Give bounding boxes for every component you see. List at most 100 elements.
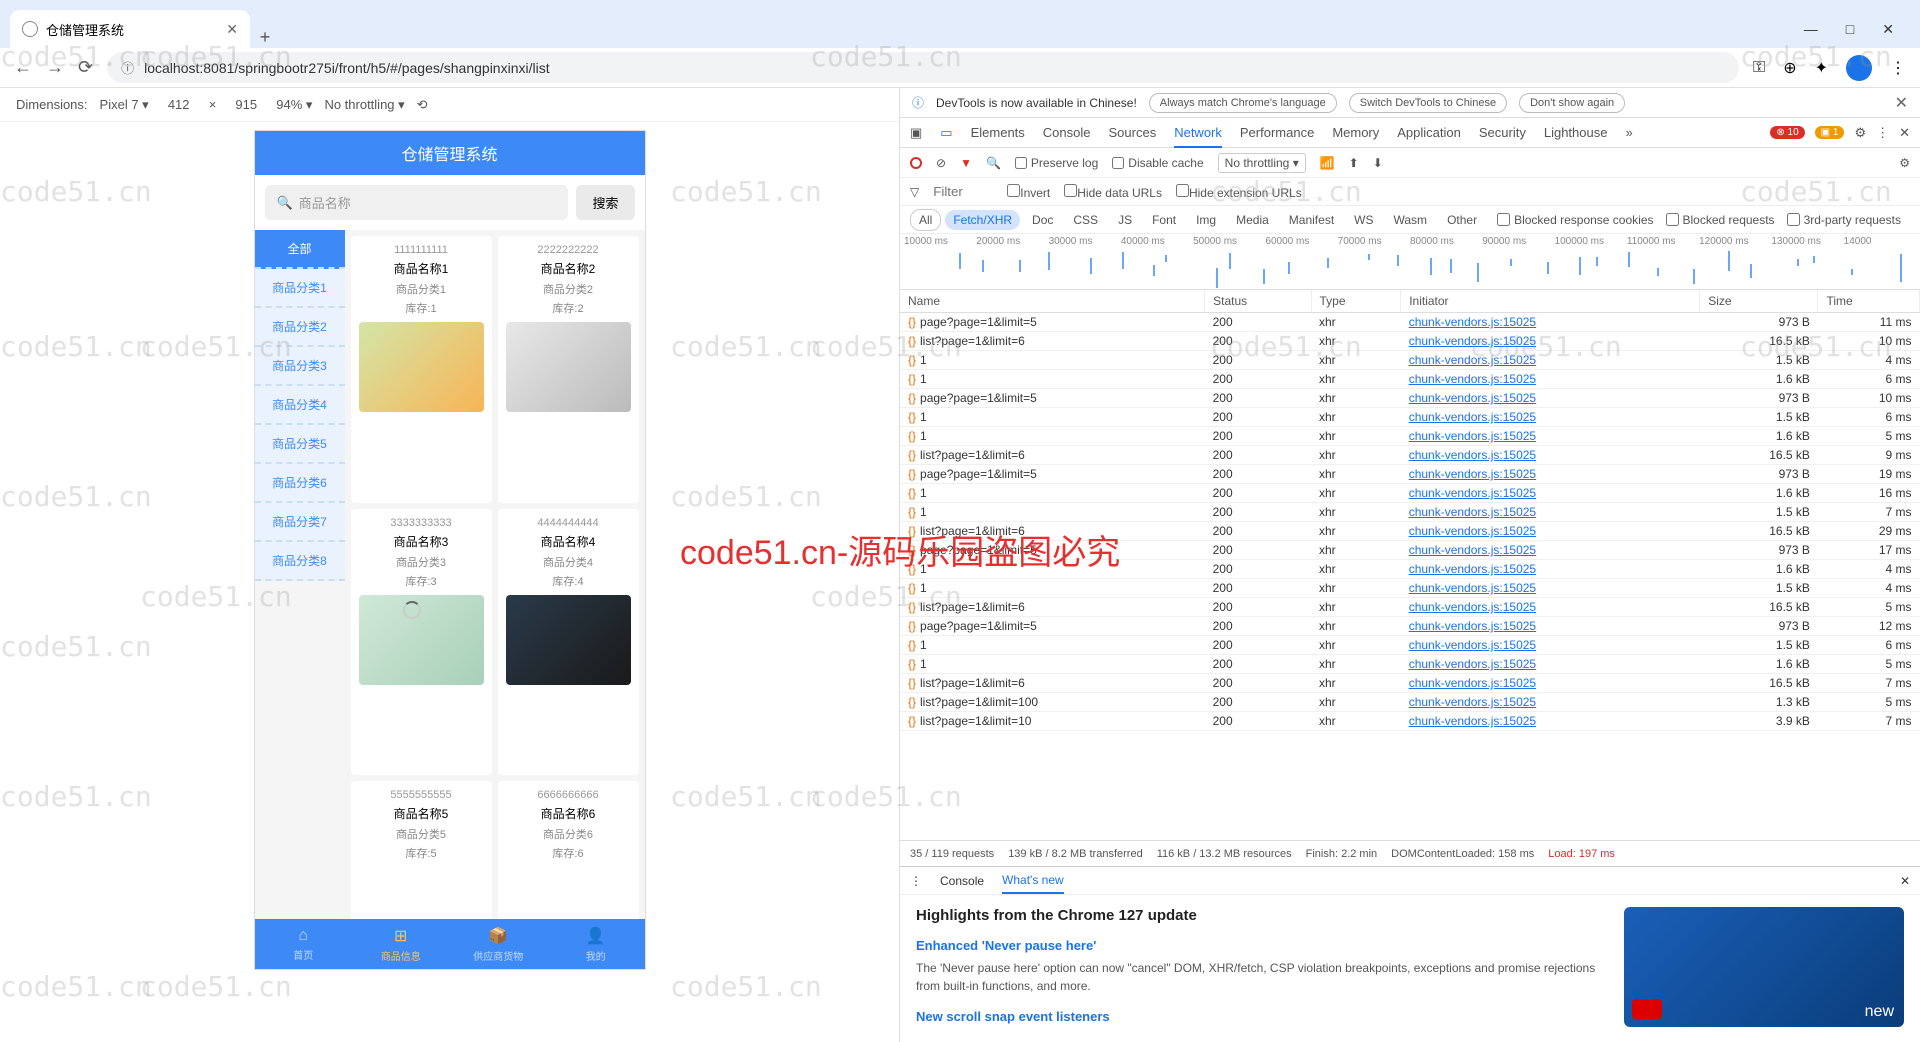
profile-avatar[interactable] [1846, 55, 1872, 81]
cell-initiator[interactable]: chunk-vendors.js:15025 [1401, 351, 1700, 370]
type-filter-css[interactable]: CSS [1065, 210, 1106, 230]
devtools-more-icon[interactable]: ⋮ [1876, 125, 1889, 141]
cell-initiator[interactable]: chunk-vendors.js:15025 [1401, 674, 1700, 693]
rotate-icon[interactable]: ⟲ [417, 97, 428, 113]
wifi-icon[interactable]: 📶 [1320, 156, 1335, 170]
product-card[interactable]: 4444444444 商品名称4 商品分类4 库存:4 [498, 509, 639, 776]
devtools-tab-application[interactable]: Application [1397, 125, 1461, 140]
network-row[interactable]: {}list?page=1&limit=6 200 xhr chunk-vend… [900, 674, 1920, 693]
cell-initiator[interactable]: chunk-vendors.js:15025 [1401, 560, 1700, 579]
network-row[interactable]: {}page?page=1&limit=5 200 xhr chunk-vend… [900, 465, 1920, 484]
hide-extension-urls-checkbox[interactable]: Hide extension URLs [1176, 184, 1302, 200]
extensions-icon[interactable]: ✦ [1815, 58, 1828, 78]
nav-back-icon[interactable]: ← [14, 57, 32, 78]
banner-match-button[interactable]: Always match Chrome's language [1149, 93, 1337, 113]
filter-input[interactable] [933, 184, 993, 199]
third-party-checkbox[interactable]: 3rd-party requests [1787, 213, 1901, 227]
site-info-icon[interactable]: ⓘ [121, 58, 134, 77]
cell-initiator[interactable]: chunk-vendors.js:15025 [1401, 712, 1700, 731]
network-row[interactable]: {}page?page=1&limit=5 200 xhr chunk-vend… [900, 313, 1920, 332]
invert-checkbox[interactable]: Invert [1007, 184, 1050, 200]
type-filter-img[interactable]: Img [1188, 210, 1224, 230]
cell-initiator[interactable]: chunk-vendors.js:15025 [1401, 370, 1700, 389]
devtools-tab-network[interactable]: Network [1174, 125, 1222, 148]
cell-initiator[interactable]: chunk-vendors.js:15025 [1401, 655, 1700, 674]
cell-initiator[interactable]: chunk-vendors.js:15025 [1401, 465, 1700, 484]
network-row[interactable]: {}1 200 xhr chunk-vendors.js:15025 1.6 k… [900, 484, 1920, 503]
window-maximize-icon[interactable]: □ [1846, 21, 1854, 38]
cell-initiator[interactable]: chunk-vendors.js:15025 [1401, 408, 1700, 427]
col-time[interactable]: Time [1818, 290, 1920, 313]
devtools-tab-security[interactable]: Security [1479, 125, 1526, 140]
network-row[interactable]: {}page?page=1&limit=5 200 xhr chunk-vend… [900, 389, 1920, 408]
bottom-nav-item[interactable]: ⊞商品信息 [352, 919, 450, 969]
tabs-more-icon[interactable]: » [1625, 125, 1632, 140]
window-minimize-icon[interactable]: — [1804, 21, 1818, 38]
network-row[interactable]: {}1 200 xhr chunk-vendors.js:15025 1.6 k… [900, 560, 1920, 579]
url-field[interactable]: ⓘ localhost:8081/springbootr275i/front/h… [107, 52, 1739, 83]
search-button[interactable]: 搜索 [576, 185, 634, 220]
drawer-tab-whatsnew[interactable]: What's new [1002, 873, 1064, 894]
type-filter-font[interactable]: Font [1144, 210, 1184, 230]
new-tab-button[interactable]: + [250, 27, 280, 48]
search-icon[interactable]: 🔍 [986, 156, 1001, 170]
network-row[interactable]: {}list?page=1&limit=6 200 xhr chunk-vend… [900, 446, 1920, 465]
col-status[interactable]: Status [1205, 290, 1311, 313]
disable-cache-checkbox[interactable]: Disable cache [1112, 156, 1203, 170]
bottom-nav-item[interactable]: ⌂首页 [255, 919, 353, 969]
network-row[interactable]: {}1 200 xhr chunk-vendors.js:15025 1.5 k… [900, 636, 1920, 655]
network-row[interactable]: {}list?page=1&limit=10 200 xhr chunk-ven… [900, 712, 1920, 731]
devtools-tab-elements[interactable]: Elements [971, 125, 1025, 140]
category-item[interactable]: 商品分类2 [255, 308, 345, 347]
drawer-close-icon[interactable]: ✕ [1900, 874, 1910, 888]
bottom-nav-item[interactable]: 📦供应商货物 [450, 919, 548, 969]
drawer-toggle-icon[interactable]: ⋮ [910, 874, 922, 888]
type-filter-doc[interactable]: Doc [1024, 210, 1061, 230]
device-select[interactable]: Pixel 7 ▾ [100, 97, 149, 113]
cell-initiator[interactable]: chunk-vendors.js:15025 [1401, 579, 1700, 598]
product-card[interactable]: 3333333333 商品名称3 商品分类3 库存:3 [351, 509, 492, 776]
devtools-close-icon[interactable]: ✕ [1899, 125, 1910, 141]
zoom-icon[interactable]: ⊕ [1783, 58, 1796, 78]
category-item[interactable]: 商品分类6 [255, 464, 345, 503]
cell-initiator[interactable]: chunk-vendors.js:15025 [1401, 313, 1700, 332]
devtools-tab-memory[interactable]: Memory [1332, 125, 1379, 140]
banner-dismiss-button[interactable]: Don't show again [1519, 93, 1625, 113]
whatsnew-video-thumb[interactable]: new [1624, 907, 1904, 1027]
cell-initiator[interactable]: chunk-vendors.js:15025 [1401, 427, 1700, 446]
network-timeline[interactable]: 10000 ms20000 ms30000 ms40000 ms50000 ms… [900, 234, 1920, 290]
type-filter-wasm[interactable]: Wasm [1386, 210, 1436, 230]
settings-icon[interactable]: ⚙ [1899, 156, 1910, 170]
devtools-tab-lighthouse[interactable]: Lighthouse [1544, 125, 1608, 140]
filter-toggle-icon[interactable]: ▼ [960, 156, 972, 170]
category-item[interactable]: 全部 [255, 230, 345, 269]
col-name[interactable]: Name [900, 290, 1205, 313]
cell-initiator[interactable]: chunk-vendors.js:15025 [1401, 522, 1700, 541]
nav-reload-icon[interactable]: ⟳ [78, 57, 93, 78]
network-row[interactable]: {}1 200 xhr chunk-vendors.js:15025 1.5 k… [900, 503, 1920, 522]
error-badge[interactable]: ⊗ 10 [1770, 126, 1804, 139]
cell-initiator[interactable]: chunk-vendors.js:15025 [1401, 332, 1700, 351]
category-item[interactable]: 商品分类1 [255, 269, 345, 308]
type-filter-media[interactable]: Media [1228, 210, 1277, 230]
tab-close-icon[interactable]: ✕ [226, 21, 238, 38]
network-row[interactable]: {}1 200 xhr chunk-vendors.js:15025 1.5 k… [900, 408, 1920, 427]
network-row[interactable]: {}page?page=1&limit=5 200 xhr chunk-vend… [900, 617, 1920, 636]
network-row[interactable]: {}1 200 xhr chunk-vendors.js:15025 1.6 k… [900, 655, 1920, 674]
password-key-icon[interactable]: ⚿ [1753, 59, 1765, 77]
upload-icon[interactable]: ⬆ [1349, 156, 1359, 170]
devtools-tab-console[interactable]: Console [1043, 125, 1091, 140]
zoom-select[interactable]: 94% ▾ [276, 97, 312, 113]
col-size[interactable]: Size [1700, 290, 1818, 313]
network-row[interactable]: {}list?page=1&limit=6 200 xhr chunk-vend… [900, 522, 1920, 541]
category-item[interactable]: 商品分类4 [255, 386, 345, 425]
cell-initiator[interactable]: chunk-vendors.js:15025 [1401, 484, 1700, 503]
banner-close-icon[interactable]: ✕ [1895, 93, 1908, 113]
cell-initiator[interactable]: chunk-vendors.js:15025 [1401, 636, 1700, 655]
device-mode-icon[interactable]: ▭ [940, 125, 952, 141]
record-icon[interactable] [910, 157, 922, 169]
network-row[interactable]: {}list?page=1&limit=6 200 xhr chunk-vend… [900, 598, 1920, 617]
throttle-select[interactable]: No throttling ▾ [324, 97, 404, 113]
type-filter-all[interactable]: All [910, 209, 941, 231]
network-row[interactable]: {}list?page=1&limit=6 200 xhr chunk-vend… [900, 332, 1920, 351]
